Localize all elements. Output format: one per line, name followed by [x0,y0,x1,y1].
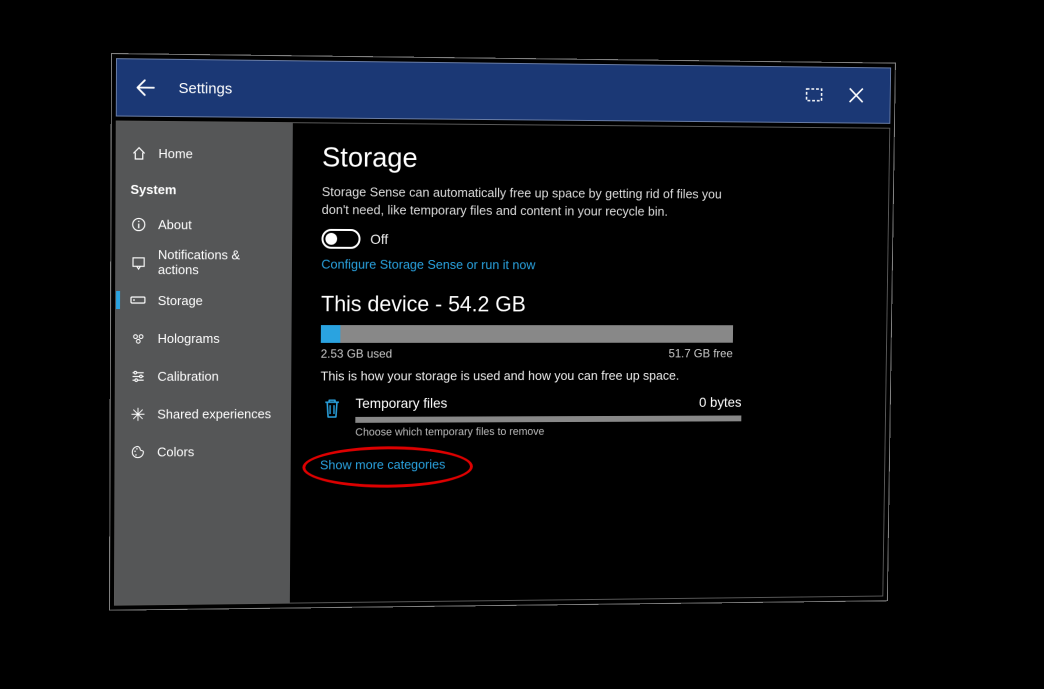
nav-label: Colors [157,444,194,459]
usage-hint: This is how your storage is used and how… [321,368,858,384]
storage-icon [130,292,146,308]
shared-experiences-icon [130,406,146,422]
nav-calibration[interactable]: Calibration [116,357,292,395]
content-pane: Storage Storage Sense can automatically … [290,123,889,602]
nav-home[interactable]: Home [117,134,293,173]
nav-storage[interactable]: Storage [116,281,292,319]
back-arrow-icon [134,76,156,98]
home-icon [131,145,147,161]
info-icon [130,216,146,232]
storage-usage-labels: 2.53 GB used 51.7 GB free [321,347,733,361]
storage-sense-description: Storage Sense can automatically free up … [322,183,735,221]
storage-usage-bar [321,325,733,343]
close-icon [848,86,865,104]
storage-sense-toggle-row: Off [321,229,859,251]
category-size: 0 bytes [699,395,742,411]
configure-storage-sense-link[interactable]: Configure Storage Sense or run it now [321,257,859,273]
nav-label: Home [158,145,192,160]
titlebar: Settings [116,58,891,124]
free-label: 51.7 GB free [668,347,732,361]
page-title: Storage [322,141,861,177]
nav-label: Storage [158,293,203,308]
nav-about[interactable]: About [116,205,292,244]
toggle-knob [325,233,337,245]
show-more-categories-link[interactable]: Show more categories [320,457,445,472]
back-button[interactable] [131,73,159,101]
nav-label: Holograms [158,331,220,346]
nav-section-system: System [116,172,292,206]
category-bar [355,416,741,423]
nav-shared-experiences[interactable]: Shared experiences [116,394,292,432]
show-more-wrapper: Show more categories [320,456,445,474]
storage-sense-toggle[interactable] [321,229,360,249]
colors-icon [129,444,145,460]
sidebar: Home System About Notifications & action… [115,122,293,605]
notifications-icon [130,254,146,270]
trash-icon [320,396,344,428]
nav-holograms[interactable]: Holograms [116,319,292,357]
frame-icon [805,87,826,103]
nav-label: Calibration [157,368,218,383]
holograms-icon [130,330,146,346]
storage-usage-bar-used [321,325,341,343]
device-heading: This device - 54.2 GB [321,292,859,318]
nav-label: Shared experiences [157,406,271,421]
toggle-state-label: Off [370,231,388,247]
calibration-icon [130,368,146,384]
window-title: Settings [179,79,233,97]
client-area: Home System About Notifications & action… [114,121,890,606]
nav-label: Notifications & actions [158,247,278,277]
follow-me-button[interactable] [794,73,836,116]
category-subtext: Choose which temporary files to remove [355,426,741,439]
settings-window: Settings Home System [109,53,896,611]
nav-notifications[interactable]: Notifications & actions [116,243,292,281]
used-label: 2.53 GB used [321,347,392,361]
nav-label: About [158,217,192,232]
category-temporary-files[interactable]: Temporary files 0 bytes Choose which tem… [320,395,741,440]
category-name: Temporary files [355,395,447,411]
nav-colors[interactable]: Colors [115,432,290,471]
close-button[interactable] [835,74,877,117]
